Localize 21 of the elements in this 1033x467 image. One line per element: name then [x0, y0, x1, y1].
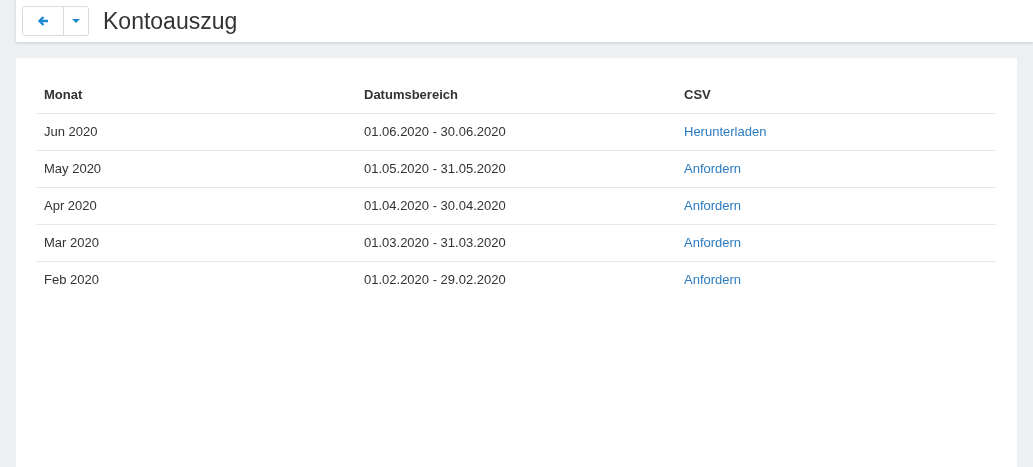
caret-icon [72, 18, 80, 24]
table-cell: Jun 2020 [44, 124, 98, 139]
column-header: Datumsbereich [356, 78, 676, 114]
table-cell: Mar 2020 [44, 235, 99, 250]
csv-link[interactable]: Anfordern [684, 272, 742, 287]
column-header: Monat [36, 78, 356, 114]
page-title: Kontoauszug [103, 7, 238, 35]
table-cell: May 2020 [44, 161, 102, 176]
table-cell: Feb 2020 [44, 272, 99, 287]
table-cell: 01.03.2020 - 31.03.2020 [364, 235, 506, 250]
csv-link[interactable]: Anfordern [684, 161, 742, 176]
back-arrow-icon [37, 15, 49, 27]
csv-link[interactable]: Anfordern [684, 235, 742, 250]
table-cell: 01.02.2020 - 29.02.2020 [364, 272, 506, 287]
column-header: CSV [676, 78, 996, 114]
table-cell: 01.04.2020 - 30.04.2020 [364, 198, 506, 213]
table-cell: Apr 2020 [44, 198, 97, 213]
table-cell: 01.05.2020 - 31.05.2020 [364, 161, 506, 176]
table-cell: 01.06.2020 - 30.06.2020 [364, 124, 506, 139]
csv-link[interactable]: Anfordern [684, 198, 742, 213]
csv-link[interactable]: Herunterladen [684, 124, 767, 139]
